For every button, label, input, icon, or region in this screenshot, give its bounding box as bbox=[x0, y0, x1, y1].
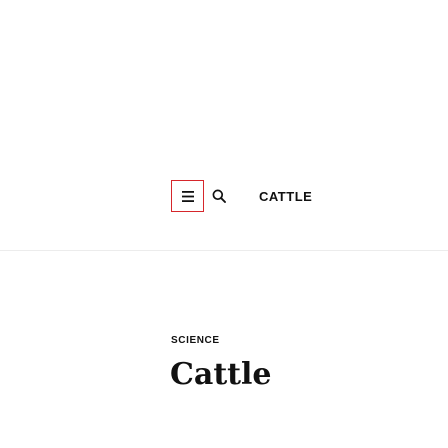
section-label[interactable]: SCIENCE bbox=[171, 335, 220, 346]
menu-button[interactable] bbox=[171, 180, 204, 212]
search-button[interactable] bbox=[206, 180, 232, 212]
page: CATTLE SCIENCE Cattle bbox=[0, 0, 448, 448]
header-divider bbox=[0, 250, 448, 251]
header-title[interactable]: CATTLE bbox=[259, 189, 312, 204]
toolbar: CATTLE bbox=[171, 179, 312, 213]
search-icon bbox=[212, 189, 226, 203]
article-title: Cattle bbox=[170, 357, 272, 392]
hamburger-menu-icon bbox=[181, 190, 194, 202]
top-header: CATTLE bbox=[0, 0, 448, 251]
